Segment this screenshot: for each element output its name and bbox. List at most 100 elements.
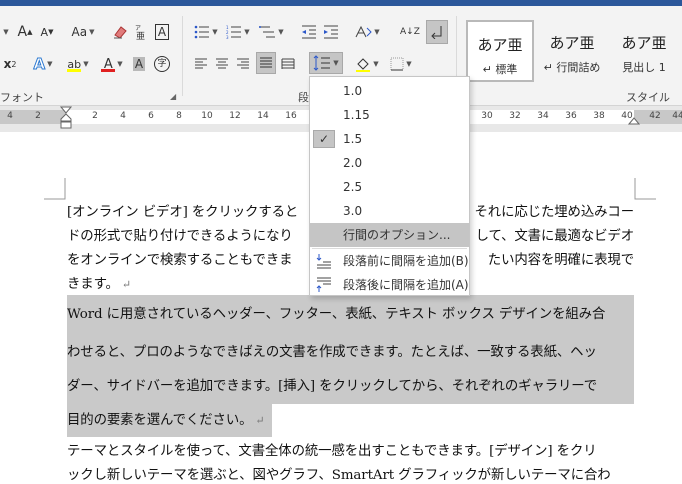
highlight-label: ab [67,57,82,71]
ruler-number: 32 [509,111,521,121]
styles-gallery: あア亜 ↵ 標準 あア亜 ↵ 行間詰め あア亜 見出し 1 [462,20,682,82]
text-line: それに応じた埋め込みコー [474,205,635,220]
indent-markers-left[interactable] [60,106,72,132]
ruler-number: 10 [201,111,213,121]
menu-item-2-5[interactable]: 2.5 [310,175,469,199]
text-effects-icon: A [33,55,46,74]
font-size-dropdown-arrow[interactable]: ▼ [0,22,10,42]
justify-icon [260,57,272,68]
increase-indent-button[interactable] [322,22,340,42]
borders-button[interactable]: ▼ [386,54,416,74]
menu-item-label: 1.5 [343,132,363,146]
style-normal[interactable]: あア亜 ↵ 標準 [466,20,534,82]
font-color-button[interactable]: A ▼ [98,54,126,74]
phonetic-guide-button[interactable]: ア亜 [132,22,150,42]
selected-text-line[interactable]: 目的の要素を選んでください。 ↵ [67,404,265,438]
distributed-button[interactable] [279,54,297,74]
menu-item-1-5[interactable]: ✓ 1.5 [310,127,469,151]
enclose-characters-button[interactable]: 字 [152,54,172,74]
paragraph-3[interactable]: テーマとスタイルを使って、文書全体の統一感を出すこともできます。[デザイン] を… [67,440,634,484]
ruler-number: 6 [148,111,154,121]
align-left-button[interactable] [192,54,210,74]
multilevel-list-button[interactable]: ▼ [256,22,286,42]
menu-item-label: 3.0 [343,204,363,218]
text-effects-button[interactable]: A ▼ [28,54,58,74]
style-sample: あア亜 [621,34,667,52]
style-heading-1[interactable]: あア亜 見出し 1 [610,20,678,82]
subscript-mark: 2 [11,59,17,69]
shading-button[interactable]: ▼ [352,54,382,74]
font-dialog-launcher-icon[interactable]: ◢ [170,92,176,101]
character-shading-button[interactable]: A [130,54,148,74]
ruler-number: 36 [565,111,577,121]
selected-text-line[interactable]: ダー、サイドバーを追加できます。[挿入] をクリックしてから、それぞれのギャラリ… [67,370,597,404]
shrink-font-button[interactable]: A ▼ [38,22,56,42]
ruler-number: 44 [672,111,682,121]
bullets-button[interactable]: ▼ [192,22,220,42]
style-no-spacing[interactable]: あア亜 ↵ 行間詰め [538,20,606,82]
font-color-label: A [103,56,113,72]
justify-button[interactable] [256,52,276,74]
group-separator [182,16,183,96]
subscript-label: x [3,57,12,71]
align-left-icon [195,58,207,69]
paragraph-1-right: それに応じた埋め込みコー して、文書に最適なビデオ たい内容を明確に表現で [468,201,635,273]
space-after-icon [316,277,331,292]
character-border-button[interactable]: A [153,22,171,42]
line-spacing-menu: 1.0 1.15 ✓ 1.5 2.0 2.5 3.0 行間のオプション... 段… [309,76,470,296]
decrease-indent-button[interactable] [300,22,318,42]
checkmark-icon: ✓ [313,130,335,148]
ruler-number: 2 [35,111,41,121]
text-line: テーマとスタイルを使って、文書全体の統一感を出すこともできます。[デザイン] を… [67,444,597,459]
menu-item-label: 2.0 [343,156,363,170]
sort-button[interactable]: A↓Z [396,22,420,42]
menu-item-label: 段落後に間隔を追加(A) [343,278,469,292]
align-center-button[interactable] [213,54,231,74]
indent-marker-right[interactable] [628,114,640,126]
paragraph-group-label: 段 [298,91,309,104]
ruler-number: 4 [7,111,13,121]
selected-text-line[interactable]: Word に用意されているヘッダー、フッター、表紙、テキスト ボックス デザイン… [67,298,605,332]
paragraph-mark-icon [431,26,442,39]
borders-icon [390,57,404,71]
menu-item-3-0[interactable]: 3.0 [310,199,469,223]
add-space-before-item[interactable]: 段落前に間隔を追加(B) [310,249,469,273]
bullets-icon [194,25,210,39]
line-spacing-options-item[interactable]: 行間のオプション... [310,223,469,247]
menu-item-1-0[interactable]: 1.0 [310,79,469,103]
change-case-button[interactable]: Aa ▼ [66,22,100,42]
highlight-color-button[interactable]: ab ▼ [62,54,94,74]
text-line: して、文書に最適なビデオ [475,229,634,244]
line-spacing-button[interactable]: ▼ [309,52,343,74]
ruler-number: 30 [481,111,493,121]
menu-item-label: 段落前に間隔を追加(B) [343,254,469,268]
menu-item-1-15[interactable]: 1.15 [310,103,469,127]
subscript-button[interactable]: x2 [0,54,20,74]
multilevel-list-icon [259,26,276,38]
show-hide-marks-button[interactable] [426,20,448,44]
paint-bucket-icon [356,58,371,72]
highlighter-icon: ab [67,57,82,72]
increase-indent-icon [324,25,338,39]
align-right-button[interactable] [234,54,252,74]
page-background [272,404,634,437]
selected-text-line[interactable]: わせると、プロのようなできばえの文書を作成できます。たとえば、一致する表紙、ヘッ [67,336,597,370]
phonetic-guide-icon: ア亜 [135,25,145,40]
distributed-icon [281,58,295,69]
svg-text:亜: 亜 [136,31,145,40]
page-corner-mark [634,178,656,200]
add-space-after-item[interactable]: 段落後に間隔を追加(A) [310,273,469,297]
menu-item-label: 2.5 [343,180,363,194]
menu-item-2-0[interactable]: 2.0 [310,151,469,175]
ruler-number: 2 [92,111,98,121]
align-center-icon [216,58,228,69]
menu-item-label: 1.15 [343,108,370,122]
enclosed-character-icon: 字 [154,56,170,72]
ruler-number: 38 [593,111,605,121]
asian-layout-button[interactable]: ▼ [352,22,382,42]
eraser-icon [114,26,127,39]
grow-font-button[interactable]: A ▲ [16,22,34,42]
clear-formatting-button[interactable] [110,22,130,42]
numbering-button[interactable]: 1 2 3 ▼ [224,22,252,42]
paragraph-mark: ↵ [121,278,131,291]
